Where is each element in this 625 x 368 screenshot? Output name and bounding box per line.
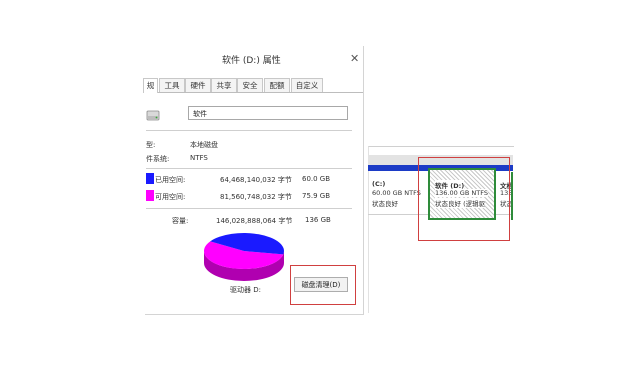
dialog-titlebar[interactable]: 软件 (D:) 属性 ✕ — [145, 49, 363, 69]
tab-hardware-label: 硬件 — [190, 81, 206, 90]
tab-strip: 规 工具 硬件 共享 安全 配额 自定义 — [143, 78, 363, 93]
dialog-title: 软件 (D:) 属性 — [222, 56, 281, 66]
partition-e-border — [511, 172, 513, 220]
filesystem-label: 件系统: — [146, 155, 170, 163]
divider — [146, 130, 352, 131]
free-space-bytes: 81,560,748,032 字节 — [220, 193, 292, 201]
close-icon[interactable]: ✕ — [350, 52, 359, 65]
divider — [146, 168, 352, 169]
tab-tools-label: 工具 — [164, 81, 180, 90]
tab-customize-label: 自定义 — [295, 81, 319, 90]
tab-security-label: 安全 — [242, 81, 258, 90]
used-space-swatch — [146, 173, 154, 184]
disk-usage-pie — [204, 233, 284, 281]
free-space-label: 可用空间: — [155, 193, 186, 201]
tab-quota-label: 配额 — [269, 81, 285, 90]
free-space-size: 75.9 GB — [302, 192, 331, 200]
capacity-label: 容量: — [172, 217, 189, 225]
drive-label: 驱动器 D: — [230, 286, 261, 294]
partition-c-size: 60.00 GB NTFS — [372, 189, 421, 197]
tab-quota[interactable]: 配额 — [264, 78, 290, 92]
tab-hardware[interactable]: 硬件 — [185, 78, 211, 92]
tab-tools[interactable]: 工具 — [159, 78, 185, 92]
tab-security[interactable]: 安全 — [237, 78, 263, 92]
partition-c-name: (C:) — [372, 180, 386, 188]
divider — [146, 208, 352, 209]
drive-name-input[interactable]: 软件 — [188, 106, 348, 120]
used-space-size: 60.0 GB — [302, 175, 331, 183]
type-value: 本地磁盘 — [190, 141, 218, 149]
type-label: 型: — [146, 141, 156, 149]
tab-customize[interactable]: 自定义 — [291, 78, 323, 92]
cleanup-highlight — [290, 265, 356, 305]
tab-general[interactable]: 规 — [143, 78, 158, 93]
hard-drive-icon — [146, 107, 160, 123]
used-space-label: 已用空间: — [155, 176, 186, 184]
partition-c-status: 状态良好 — [372, 200, 398, 208]
tab-sharing[interactable]: 共享 — [211, 78, 237, 92]
tab-general-label: 规 — [146, 81, 155, 90]
free-space-swatch — [146, 190, 154, 201]
partition-highlight — [418, 157, 510, 241]
capacity-size: 136 GB — [305, 216, 331, 224]
tab-sharing-label: 共享 — [216, 81, 232, 90]
used-space-bytes: 64,468,140,032 字节 — [220, 176, 292, 184]
filesystem-value: NTFS — [190, 154, 208, 162]
